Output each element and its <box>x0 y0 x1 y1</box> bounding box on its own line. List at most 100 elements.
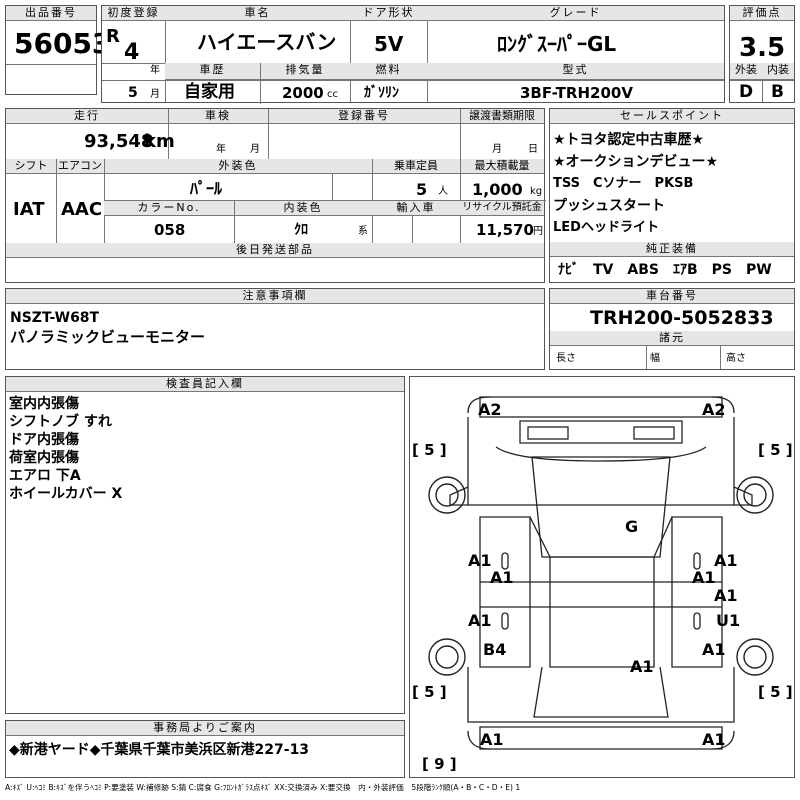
sales-points-block: セールスポイント ★トヨタ認定中古車歴★ ★オークションデビュー★ TSS Cソ… <box>549 108 795 283</box>
inspector-line-2: シフトノブ すれ <box>9 414 112 430</box>
sales-label: セールスポイント <box>550 109 794 124</box>
height-label: 高さ <box>726 353 746 364</box>
notes-line-2: パノラミックビューモニター <box>10 328 206 346</box>
int-color-unit: 系 <box>358 226 368 237</box>
car-name: ハイエースバン <box>197 30 337 54</box>
ext-color: ﾊﾟｰﾙ <box>190 179 223 198</box>
model-label: 型式 <box>427 63 724 80</box>
ac-label: エアコン <box>56 159 104 174</box>
transfer-label: 譲渡書類期限 <box>460 109 544 124</box>
interior-label: 内装 <box>762 63 794 80</box>
sales-line-1: ★トヨタ認定中古車歴★ <box>553 132 705 148</box>
capacity-label: 乗車定員 <box>372 159 460 174</box>
reg-year: 4 <box>124 40 140 65</box>
ac-type: AAC <box>61 199 103 220</box>
damage-diagram-block: A2 A2 G A1 A1 A1 A1 A1 A1 U1 B4 A1 A1 A1… <box>409 376 795 778</box>
chassis-block: 車台番号 TRH200-5052833 諸元 長さ 幅 高さ <box>549 288 795 370</box>
inspector-line-5: エアロ 下A <box>9 468 81 484</box>
door-label: ドア形状 <box>350 6 427 21</box>
capacity-unit: 人 <box>438 186 448 197</box>
office-block: 事務局よりご案内 ◆新港ヤード◆千葉県千葉市美浜区新港227-13 <box>5 720 405 778</box>
transfer-month-unit: 月 <box>492 144 502 155</box>
int-color-label: 内装色 <box>234 201 372 216</box>
history: 自家用 <box>184 82 235 102</box>
mark-front-left: A2 <box>478 400 502 419</box>
legend: A:ｷｽﾞ U:ﾍｺﾐ B:ｷｽﾞを伴うﾍｺﾐ P:要塗装 W:補修跡 S:錆 … <box>5 783 521 792</box>
mark-fl-door-inner: A1 <box>490 568 514 587</box>
inspector-label: 検査員記入欄 <box>6 377 404 392</box>
tyre-mark-rl: [ 5 ] <box>412 683 447 701</box>
transfer-day-unit: 日 <box>528 144 538 155</box>
door-type: 5V <box>374 32 404 56</box>
inspector-line-4: 荷室内張傷 <box>9 450 79 466</box>
mark-rear-center: A1 <box>630 657 654 676</box>
first-reg-label: 初度登録 <box>102 6 165 21</box>
exterior-label: 外装 <box>730 63 762 80</box>
score-label: 評価点 <box>730 6 794 21</box>
mileage-unit: km <box>144 131 175 152</box>
ext-color-label: 外装色 <box>104 159 372 174</box>
lot-number: 56053 <box>14 27 112 60</box>
import-label: 輸入車 <box>372 201 460 216</box>
shift: IAT <box>13 199 45 220</box>
month-unit: 月 <box>150 89 160 100</box>
fuel-label: 燃料 <box>350 63 427 80</box>
mark-bumper-right: A1 <box>702 730 726 749</box>
inspector-block: 検査員記入欄 室内内張傷 シフトノブ すれ ドア内張傷 荷室内張傷 エアロ 下A… <box>5 376 405 714</box>
history-label: 車歴 <box>165 63 260 80</box>
recycle-unit: 円 <box>533 226 543 237</box>
car-name-label: 車名 <box>165 6 350 21</box>
score-cell: 評価点 3.5 外装 内装 D B <box>729 5 795 103</box>
max-load-label: 最大積載量 <box>460 159 544 174</box>
score: 3.5 <box>739 33 786 63</box>
mark-fl-door-outer: A1 <box>468 551 492 570</box>
fuel: ｶﾞｿﾘﾝ <box>364 85 399 101</box>
mark-rear-left: B4 <box>483 640 507 659</box>
year-unit: 年 <box>150 65 160 76</box>
max-load: 1,000 <box>472 180 523 199</box>
mark-front-right: A2 <box>702 400 726 419</box>
length-label: 長さ <box>556 353 576 364</box>
equipment-label: 純正装備 <box>550 242 794 257</box>
sales-line-3: TSS Cソナー PKSB <box>553 176 694 191</box>
grade-label: グレード <box>427 6 724 21</box>
sales-line-2: ★オークションデビュー★ <box>553 154 719 170</box>
notes-label: 注意事項欄 <box>6 289 544 304</box>
inspector-line-6: ホイールカバー X <box>9 486 123 502</box>
inspection-label: 車検 <box>168 109 268 124</box>
notes-block: 注意事項欄 NSZT-W68T パノラミックビューモニター <box>5 288 545 370</box>
max-load-unit: kg <box>530 186 543 197</box>
mark-fr-door-outer: A1 <box>714 551 738 570</box>
inspector-line-3: ドア内張傷 <box>9 432 79 448</box>
chassis-number: TRH200-5052833 <box>590 307 774 329</box>
model-code: 3BF-TRH200V <box>520 84 633 102</box>
int-color: ｸﾛ <box>294 222 308 238</box>
tyre-mark-fr: [ 5 ] <box>758 441 793 459</box>
lot-number-cell: 出品番号 56053 <box>5 5 111 95</box>
mark-rr-door-u: U1 <box>716 611 741 630</box>
inspector-line-1: 室内内張傷 <box>9 396 79 412</box>
reg-month: 5 <box>128 85 138 101</box>
color-no-label: カラーNo. <box>104 201 234 216</box>
mark-rr-door-a: A1 <box>714 586 738 605</box>
tyre-mark-fl: [ 5 ] <box>412 441 447 459</box>
inspection-year-unit: 年 <box>216 144 226 155</box>
displacement-unit: cc <box>327 89 338 100</box>
tyre-mark-spare: [ 9 ] <box>422 755 457 773</box>
grade: ﾛﾝｸﾞｽｰﾊﾟｰGL <box>497 32 617 56</box>
lot-number-label: 出品番号 <box>6 6 96 21</box>
vehicle-info-block: 初度登録 R 4 年 5 月 車名 ハイエースバン 車歴 排気量 自家用 200… <box>101 5 725 104</box>
interior-score: B <box>771 82 784 102</box>
mark-roof: G <box>625 517 639 536</box>
mark-bumper-left: A1 <box>480 730 504 749</box>
sales-line-4: プッシュスタート <box>553 198 665 214</box>
tyre-mark-rr: [ 5 ] <box>758 683 793 701</box>
sales-line-5: LEDヘッドライト <box>553 220 659 235</box>
shift-label: シフト <box>6 159 56 174</box>
exterior-score: D <box>739 82 754 102</box>
office-label: 事務局よりご案内 <box>6 721 404 736</box>
mark-rl-door: A1 <box>468 611 492 630</box>
recycle-fee: 11,570 <box>476 221 534 239</box>
mileage-label: 走行 <box>6 109 168 124</box>
car-body-diagram <box>428 396 774 750</box>
